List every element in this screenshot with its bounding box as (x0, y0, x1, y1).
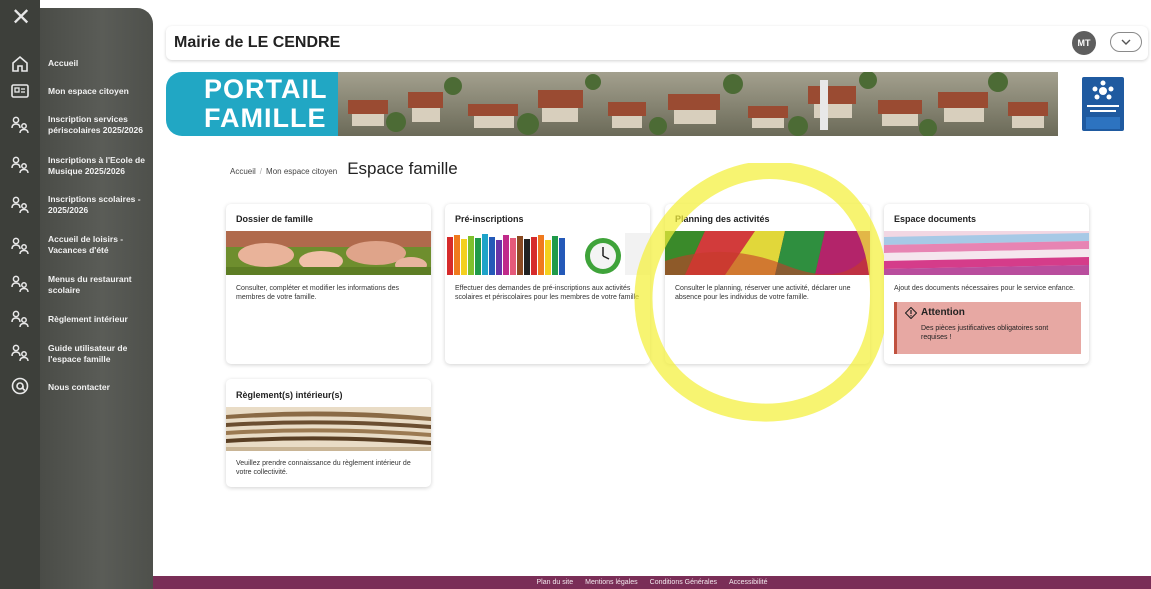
card-reglement-interieur[interactable]: Règlement(s) intérieur(s) Veuillez prend… (226, 379, 431, 487)
sidebar-item-ecole-musique[interactable]: Inscriptions à l'Ecole de Musique 2025/2… (48, 155, 148, 177)
caf-logo (1082, 77, 1124, 131)
card-title: Espace documents (894, 214, 977, 224)
family-icon[interactable] (10, 274, 30, 294)
card-description: Consulter le planning, réserver une acti… (675, 285, 851, 301)
portal-banner: PORTAIL FAMILLE (166, 72, 1148, 136)
sidebar-item-guide[interactable]: Guide utilisateur de l'espace famille (48, 343, 148, 365)
breadcrumb-separator: / (259, 167, 263, 176)
sidebar-item-nous-contacter[interactable]: Nous contacter (48, 382, 148, 393)
family-icon[interactable] (10, 236, 30, 256)
village-photo (338, 72, 1058, 136)
family-icon[interactable] (10, 155, 30, 175)
sidebar-item-inscription-periscolaire[interactable]: Inscription services périscolaires 2025/… (48, 114, 148, 136)
sidebar-item-inscriptions-scolaires[interactable]: Inscriptions scolaires - 2025/2026 (48, 194, 148, 216)
avatar[interactable]: MT (1072, 31, 1096, 55)
sidebar-item-accueil[interactable]: Accueil (48, 58, 148, 69)
family-icon[interactable] (10, 195, 30, 215)
breadcrumb-mon-espace-citoyen[interactable]: Mon espace citoyen (266, 167, 337, 176)
card-dossier-famille[interactable]: Dossier de famille Consulter, compléter … (226, 204, 431, 364)
alert-text: Des pièces justificatives obligatoires s… (921, 325, 1049, 341)
sidebar-item-reglement[interactable]: Règlement intérieur (48, 314, 148, 325)
banner-title: PORTAIL FAMILLE (204, 74, 328, 133)
banner-title-block: PORTAIL FAMILLE (166, 72, 338, 136)
breadcrumb-current: Espace famille (347, 159, 458, 178)
warning-diamond-icon (905, 307, 917, 319)
card-description: Effectuer des demandes de pré-inscriptio… (455, 285, 640, 301)
card-description: Veuillez prendre connaissance du règleme… (236, 460, 411, 476)
at-icon[interactable] (10, 376, 30, 396)
pencils-clock-image (445, 231, 650, 275)
user-menu-button[interactable] (1110, 32, 1142, 52)
card-title: Dossier de famille (236, 214, 314, 224)
card-espace-documents[interactable]: Espace documents Ajout des documents néc… (884, 204, 1089, 364)
page-title: Mairie de LE CENDRE (174, 34, 341, 51)
footer-link-accessibilite[interactable]: Accessibilité (729, 579, 768, 586)
card-description: Consulter, compléter et modifier les inf… (236, 285, 400, 301)
top-header: Mairie de LE CENDRE MT (166, 26, 1148, 60)
card-pre-inscriptions[interactable]: Pré-inscriptions Effectuer des demandes … (445, 204, 650, 364)
family-feet-image (226, 231, 431, 275)
footer-bar: Plan du site Mentions légales Conditions… (153, 576, 1151, 589)
card-title: Règlement(s) intérieur(s) (236, 390, 343, 400)
documents-image (884, 231, 1089, 275)
sidebar-item-accueil-loisirs[interactable]: Accueil de loisirs - Vacances d'été (48, 234, 148, 256)
papers-stack-image (226, 407, 431, 451)
breadcrumb: Accueil / Mon espace citoyen Espace fami… (230, 159, 458, 179)
card-title: Planning des activités (675, 214, 770, 224)
card-title: Pré-inscriptions (455, 214, 524, 224)
footer-link-mentions-legales[interactable]: Mentions légales (585, 579, 638, 586)
footer-link-conditions-generales[interactable]: Conditions Générales (650, 579, 717, 586)
sidebar-item-mon-espace-citoyen[interactable]: Mon espace citoyen (48, 86, 148, 97)
attention-alert: Attention Des pièces justificatives obli… (894, 302, 1081, 354)
family-icon[interactable] (10, 343, 30, 363)
sidebar-item-menus-restaurant[interactable]: Menus du restaurant scolaire (48, 274, 148, 296)
close-icon[interactable]: ✕ (10, 5, 32, 29)
paint-image (665, 231, 870, 275)
family-icon[interactable] (10, 309, 30, 329)
family-icon[interactable] (10, 115, 30, 135)
card-planning-activites[interactable]: Planning des activités Consulter le plan… (665, 204, 870, 364)
footer-link-plan-du-site[interactable]: Plan du site (537, 579, 574, 586)
card-description: Ajout des documents nécessaires pour le … (894, 285, 1075, 292)
home-icon[interactable] (10, 54, 30, 74)
alert-title: Attention (921, 307, 965, 318)
chevron-down-icon (1121, 39, 1131, 45)
id-card-icon[interactable] (10, 81, 30, 101)
breadcrumb-accueil[interactable]: Accueil (230, 167, 256, 176)
